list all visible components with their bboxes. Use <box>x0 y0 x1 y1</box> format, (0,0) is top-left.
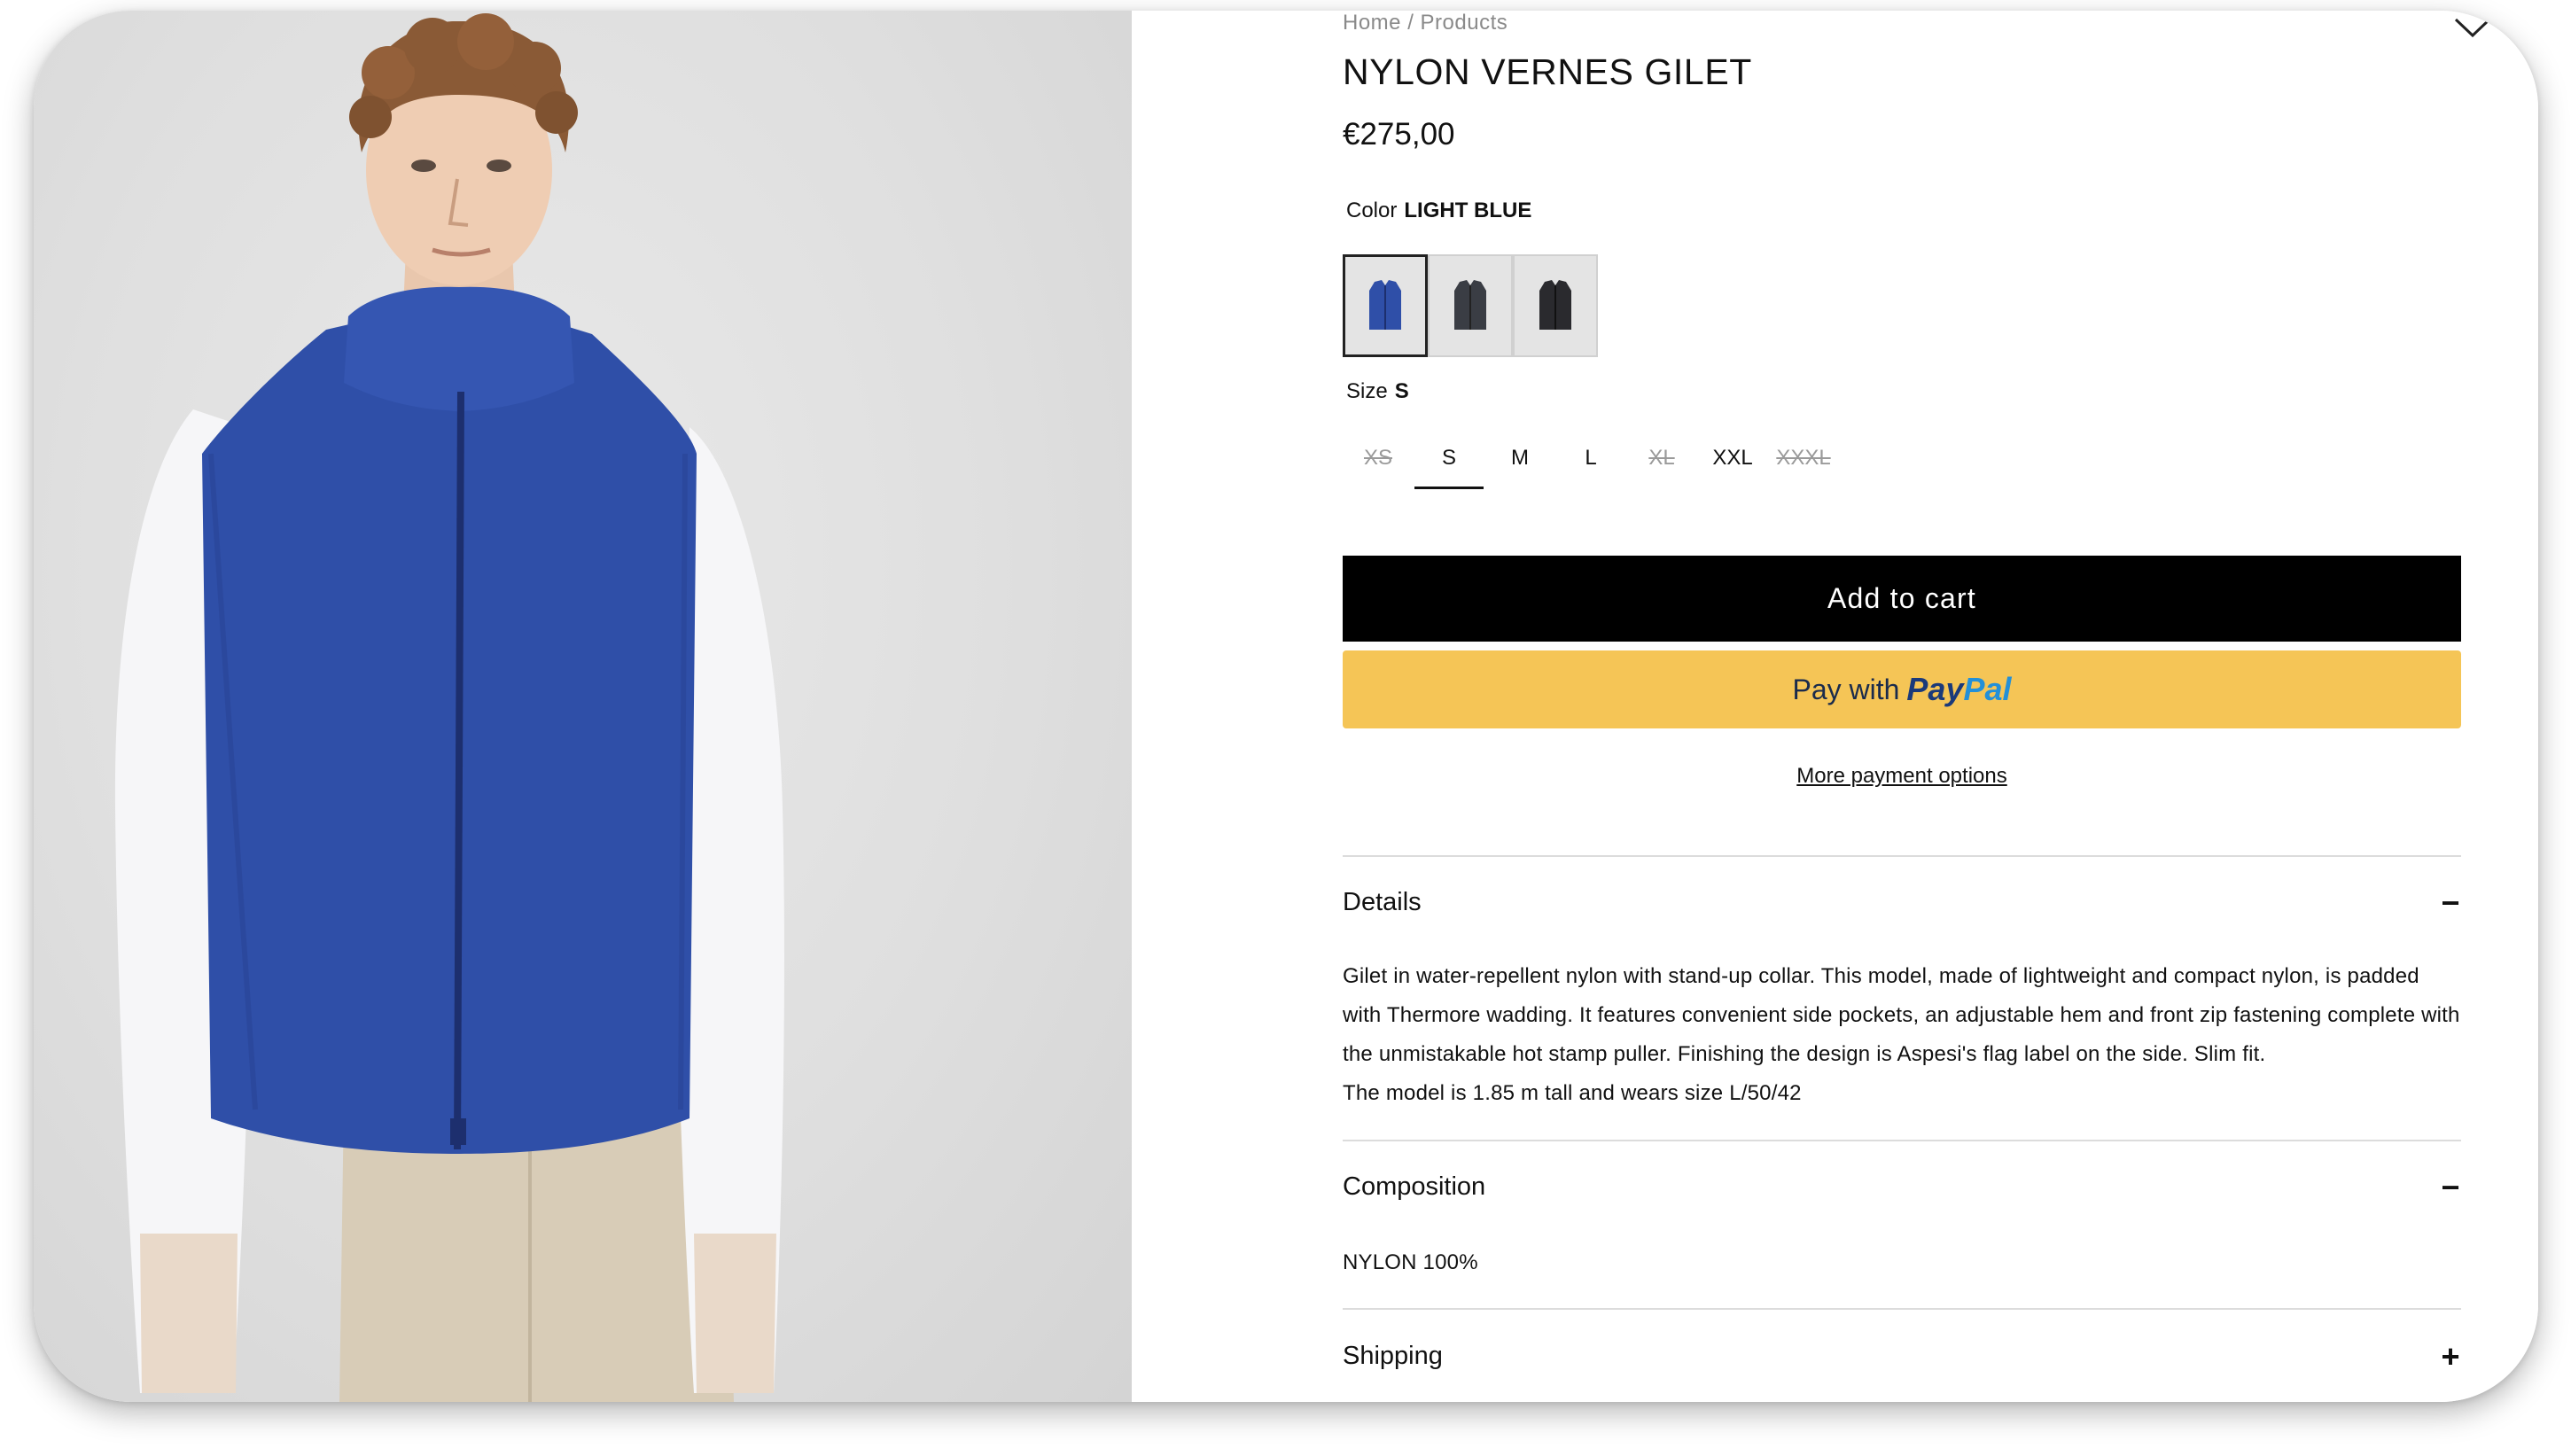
composition-text: NYLON 100% <box>1343 1250 1478 1274</box>
accordion-shipping-title[interactable]: Shipping <box>1343 1342 1443 1371</box>
size-label-text: Size <box>1346 379 1388 403</box>
model-photo <box>114 13 784 1402</box>
vest-thumbnail-icon <box>1369 280 1401 330</box>
color-label-text: Color <box>1346 199 1398 222</box>
minus-icon[interactable]: − <box>2439 887 2462 919</box>
swatch-light-blue[interactable] <box>1343 254 1428 357</box>
breadcrumb[interactable]: Home / Products <box>1343 11 1508 35</box>
size-option-xxl[interactable]: XXL <box>1697 427 1768 489</box>
divider <box>1343 1308 2461 1310</box>
size-label: Size S <box>1346 379 1409 404</box>
product-image[interactable] <box>34 11 1132 1402</box>
size-option-s[interactable]: S <box>1414 427 1484 489</box>
accordion-details-title[interactable]: Details <box>1343 888 1422 917</box>
divider <box>1343 855 2461 857</box>
color-selected-value: LIGHT BLUE <box>1404 199 1532 222</box>
pay-with-label: Pay with <box>1792 673 1900 705</box>
details-text-main: Gilet in water-repellent nylon with stan… <box>1343 964 2460 1066</box>
divider <box>1343 1140 2461 1141</box>
details-description: Gilet in water-repellent nylon with stan… <box>1343 957 2461 1113</box>
paypal-logo: PayPal <box>1906 671 2011 708</box>
vest-thumbnail-icon <box>1454 280 1486 330</box>
add-to-cart-button[interactable]: Add to cart <box>1343 556 2461 642</box>
swatch-black[interactable] <box>1513 254 1598 357</box>
size-option-xxxl[interactable]: XXXL <box>1768 427 1839 489</box>
size-options: XS S M L XL XXL XXXL <box>1343 427 1839 489</box>
browser-frame: Home / Products NYLON VERNES GILET €275,… <box>34 11 2538 1402</box>
product-price: €275,00 <box>1343 117 1455 152</box>
size-option-xl[interactable]: XL <box>1626 427 1697 489</box>
color-label: Color LIGHT BLUE <box>1346 199 1531 223</box>
accordion-composition-title[interactable]: Composition <box>1343 1172 1485 1202</box>
color-swatches <box>1343 254 1598 357</box>
product-title: NYLON VERNES GILET <box>1343 51 1752 92</box>
size-option-l[interactable]: L <box>1555 427 1626 489</box>
paypal-logo-pal: Pal <box>1963 671 2012 707</box>
paypal-logo-pay: Pay <box>1906 671 1964 707</box>
plus-icon[interactable]: + <box>2439 1341 2462 1373</box>
minus-icon[interactable]: − <box>2439 1172 2462 1203</box>
size-option-m[interactable]: M <box>1484 427 1555 489</box>
details-text-model: The model is 1.85 m tall and wears size … <box>1343 1081 1802 1105</box>
more-payment-options-link[interactable]: More payment options <box>1343 764 2461 789</box>
paypal-button[interactable]: Pay with PayPal <box>1343 650 2461 728</box>
product-info-panel: Home / Products NYLON VERNES GILET €275,… <box>1132 11 2538 1402</box>
swatch-charcoal[interactable] <box>1428 254 1513 357</box>
size-option-xs[interactable]: XS <box>1343 427 1414 489</box>
chevron-down-icon[interactable] <box>2452 14 2493 41</box>
size-selected-value: S <box>1394 379 1409 403</box>
vest-thumbnail-icon <box>1539 280 1571 330</box>
